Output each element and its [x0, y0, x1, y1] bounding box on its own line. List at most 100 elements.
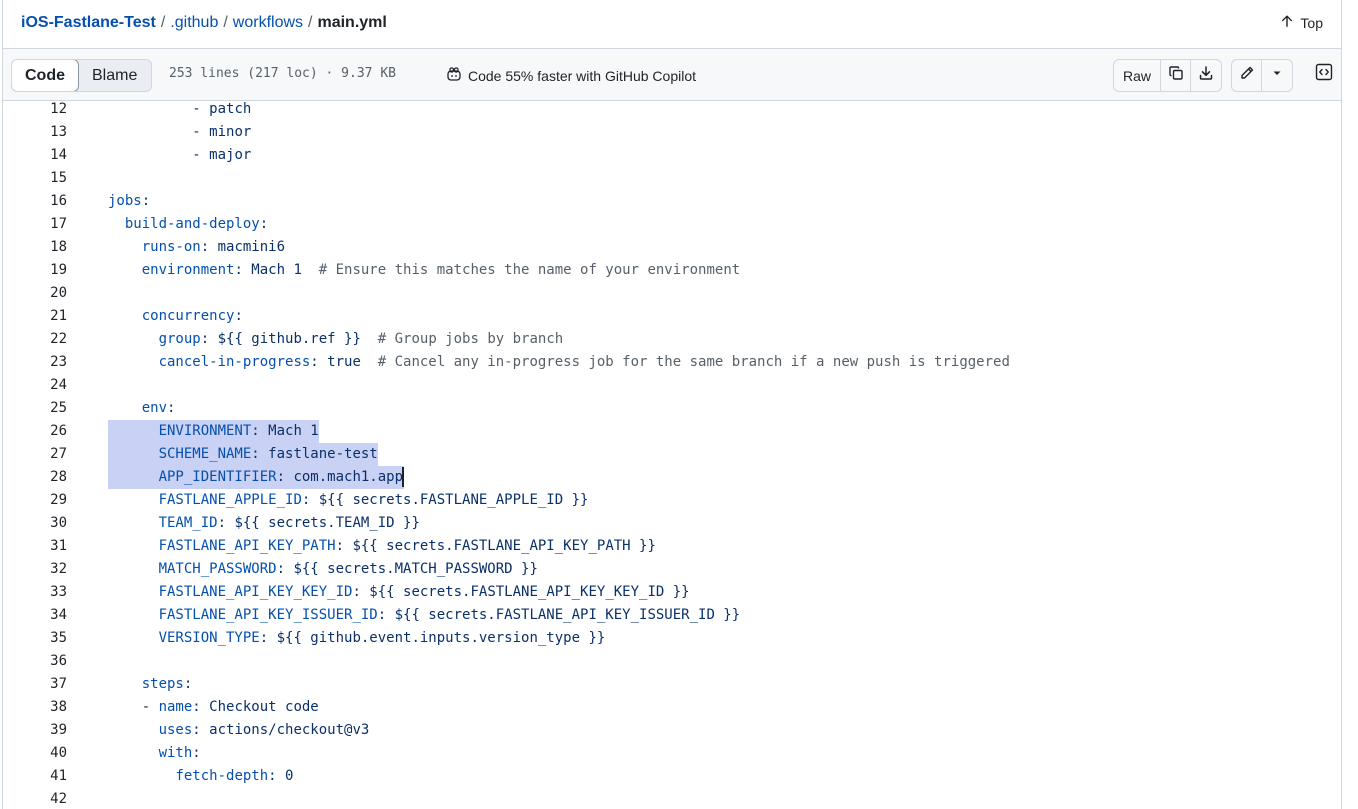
line-number[interactable]: 31 — [3, 535, 67, 558]
line-number[interactable]: 23 — [3, 351, 67, 374]
edit-file-button[interactable] — [1232, 60, 1262, 91]
code-line[interactable]: 27 SCHEME_NAME: fastlane-test — [3, 443, 1341, 466]
breadcrumb-repo-link[interactable]: iOS-Fastlane-Test — [21, 14, 156, 31]
yaml-key: fetch-depth — [175, 768, 269, 784]
code-line[interactable]: 19 environment: Mach 1 # Ensure this mat… — [3, 259, 1341, 282]
code-line[interactable]: 37 steps: — [3, 673, 1341, 696]
line-number[interactable]: 21 — [3, 305, 67, 328]
code-view[interactable]: 12 - patch 13 - minor 14 - major 15 16 jobs: 1… — [3, 101, 1341, 809]
code-tab[interactable]: Code — [12, 60, 79, 91]
line-number[interactable]: 41 — [3, 765, 67, 788]
line-number[interactable]: 40 — [3, 742, 67, 765]
code-line[interactable]: 35 VERSION_TYPE: ${{ github.event.inputs… — [3, 627, 1341, 650]
line-content: - patch — [108, 101, 251, 121]
line-number[interactable]: 33 — [3, 581, 67, 604]
code-line[interactable]: 24 — [3, 374, 1341, 397]
code-line[interactable]: 33 FASTLANE_API_KEY_KEY_ID: ${{ secrets.… — [3, 581, 1341, 604]
code-line[interactable]: 14 - major — [3, 144, 1341, 167]
line-content: - major — [108, 144, 251, 167]
line-number[interactable]: 15 — [3, 167, 67, 190]
code-line[interactable]: 20 — [3, 282, 1341, 305]
breadcrumb-github-dir-link[interactable]: .github — [170, 14, 218, 31]
code-line[interactable]: 28 APP_IDENTIFIER: com.mach1.app — [3, 466, 1341, 489]
code-line[interactable]: 23 cancel-in-progress: true # Cancel any… — [3, 351, 1341, 374]
code-line[interactable]: 12 - patch — [3, 101, 1341, 121]
yaml-value: : ${{ secrets.FASTLANE_API_KEY_KEY_ID }} — [352, 584, 690, 600]
yaml-key: environment — [141, 262, 235, 278]
line-number[interactable]: 12 — [3, 101, 67, 121]
copilot-promo[interactable]: Code 55% faster with GitHub Copilot — [446, 66, 696, 85]
breadcrumb-separator: / — [223, 14, 228, 31]
edit-actions-group — [1231, 59, 1293, 92]
code-line[interactable]: 18 runs-on: macmini6 — [3, 236, 1341, 259]
code-line[interactable]: 22 group: ${{ github.ref }} # Group jobs… — [3, 328, 1341, 351]
raw-button[interactable]: Raw — [1114, 60, 1162, 91]
line-number[interactable]: 39 — [3, 719, 67, 742]
yaml-key: env — [141, 400, 168, 416]
line-number[interactable]: 29 — [3, 489, 67, 512]
blame-tab[interactable]: Blame — [79, 60, 151, 91]
code-line[interactable]: 41 fetch-depth: 0 — [3, 765, 1341, 788]
yaml-value: : — [141, 193, 151, 209]
line-number[interactable]: 37 — [3, 673, 67, 696]
yaml-value: : fastlane-test — [251, 446, 378, 462]
line-content: FASTLANE_APPLE_ID: ${{ secrets.FASTLANE_… — [108, 489, 589, 512]
line-number[interactable]: 22 — [3, 328, 67, 351]
line-number[interactable]: 30 — [3, 512, 67, 535]
yaml-comment: # Cancel any in-progress job for the sam… — [377, 354, 1010, 370]
edit-options-dropdown[interactable] — [1262, 60, 1292, 91]
code-line[interactable]: 17 build-and-deploy: — [3, 213, 1341, 236]
line-content: TEAM_ID: ${{ secrets.TEAM_ID }} — [108, 512, 420, 535]
line-number[interactable]: 28 — [3, 466, 67, 489]
line-number[interactable]: 14 — [3, 144, 67, 167]
line-number[interactable]: 18 — [3, 236, 67, 259]
code-line[interactable]: 21 concurrency: — [3, 305, 1341, 328]
line-content: cancel-in-progress: true # Cancel any in… — [108, 351, 1010, 374]
line-number[interactable]: 24 — [3, 374, 67, 397]
yaml-value: : Mach 1 — [251, 423, 319, 439]
code-line[interactable]: 15 — [3, 167, 1341, 190]
line-number[interactable]: 34 — [3, 604, 67, 627]
top-button[interactable]: Top — [1280, 14, 1323, 31]
code-line[interactable]: 25 env: — [3, 397, 1341, 420]
code-line[interactable]: 29 FASTLANE_APPLE_ID: ${{ secrets.FASTLA… — [3, 489, 1341, 512]
copy-raw-button[interactable] — [1161, 60, 1192, 91]
code-line[interactable]: 32 MATCH_PASSWORD: ${{ secrets.MATCH_PAS… — [3, 558, 1341, 581]
line-number[interactable]: 38 — [3, 696, 67, 719]
line-number[interactable]: 26 — [3, 420, 67, 443]
code-line[interactable]: 26 ENVIRONMENT: Mach 1 — [3, 420, 1341, 443]
symbols-panel-button[interactable] — [1308, 59, 1339, 90]
line-content: SCHEME_NAME: fastlane-test — [108, 443, 378, 466]
line-number[interactable]: 42 — [3, 788, 67, 809]
line-number[interactable]: 19 — [3, 259, 67, 282]
line-number[interactable]: 27 — [3, 443, 67, 466]
code-line[interactable]: 39 uses: actions/checkout@v3 — [3, 719, 1341, 742]
line-number[interactable]: 17 — [3, 213, 67, 236]
line-content: FASTLANE_API_KEY_KEY_ID: ${{ secrets.FAS… — [108, 581, 690, 604]
code-line[interactable]: 38 - name: Checkout code — [3, 696, 1341, 719]
line-number[interactable]: 13 — [3, 121, 67, 144]
code-line[interactable]: 30 TEAM_ID: ${{ secrets.TEAM_ID }} — [3, 512, 1341, 535]
yaml-value: : actions/checkout@v3 — [192, 722, 370, 738]
line-number[interactable]: 25 — [3, 397, 67, 420]
line-content: FASTLANE_API_KEY_ISSUER_ID: ${{ secrets.… — [108, 604, 741, 627]
code-line[interactable]: 13 - minor — [3, 121, 1341, 144]
line-number[interactable]: 20 — [3, 282, 67, 305]
breadcrumb-workflows-dir-link[interactable]: workflows — [233, 14, 303, 31]
line-number[interactable]: 32 — [3, 558, 67, 581]
line-number[interactable]: 16 — [3, 190, 67, 213]
yaml-key: build-and-deploy — [124, 216, 260, 232]
code-line[interactable]: 34 FASTLANE_API_KEY_ISSUER_ID: ${{ secre… — [3, 604, 1341, 627]
line-number[interactable]: 36 — [3, 650, 67, 673]
code-line[interactable]: 16 jobs: — [3, 190, 1341, 213]
code-line[interactable]: 36 — [3, 650, 1341, 673]
code-line[interactable]: 40 with: — [3, 742, 1341, 765]
download-button[interactable] — [1191, 60, 1221, 91]
code-line[interactable]: 31 FASTLANE_API_KEY_PATH: ${{ secrets.FA… — [3, 535, 1341, 558]
line-number[interactable]: 35 — [3, 627, 67, 650]
code-line[interactable]: 42 — [3, 788, 1341, 809]
